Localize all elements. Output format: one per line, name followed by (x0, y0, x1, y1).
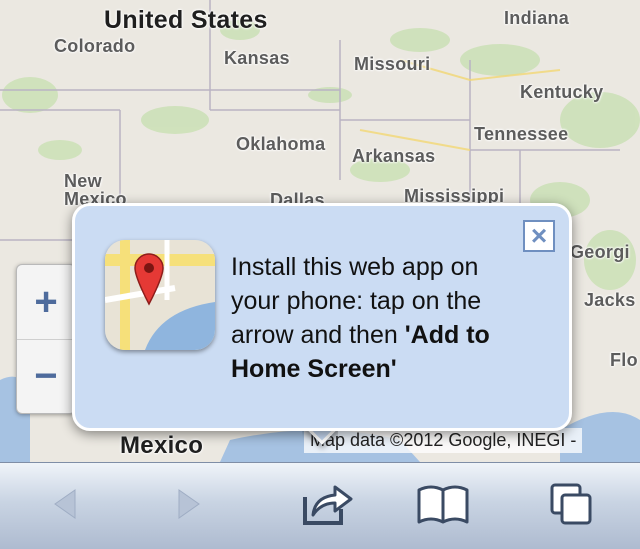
back-arrow-icon (54, 489, 76, 519)
map-label-oklahoma: Oklahoma (236, 134, 326, 154)
share-button[interactable] (290, 473, 360, 535)
install-web-app-popup: × Install this web app on your phone: ta… (72, 203, 572, 431)
close-button[interactable]: × (523, 220, 555, 252)
map-label-arkansas: Arkansas (352, 146, 436, 166)
maps-app-icon (105, 240, 215, 350)
map-label-kansas: Kansas (224, 48, 290, 68)
share-icon (303, 485, 353, 525)
pages-button[interactable] (536, 473, 606, 535)
pages-tabs-icon (550, 483, 592, 525)
map-label-missouri: Missouri (354, 54, 431, 74)
browser-toolbar (0, 462, 640, 549)
zoom-control: + − (16, 264, 76, 414)
bookmarks-button[interactable] (408, 473, 478, 535)
forward-arrow-icon (178, 489, 200, 519)
map-label-georgia: Georgi (570, 242, 630, 262)
forward-button[interactable] (154, 473, 224, 535)
map-label-colorado: Colorado (54, 36, 136, 56)
zoom-in-button[interactable]: + (17, 265, 75, 340)
map-label-indiana: Indiana (504, 8, 570, 28)
zoom-out-button[interactable]: − (17, 339, 75, 413)
map-label-jacks: Jacks (584, 290, 636, 310)
map-label-mexico: Mexico (120, 432, 204, 459)
popup-message: Install this web app on your phone: tap … (231, 250, 531, 386)
map-label-kentucky: Kentucky (520, 82, 604, 102)
map-label-united-states: United States (104, 6, 268, 34)
back-button[interactable] (30, 473, 100, 535)
bookmarks-book-icon (417, 485, 469, 524)
map-label-tennessee: Tennessee (474, 124, 569, 144)
map-attribution[interactable]: Map data ©2012 Google, INEGI - (304, 428, 583, 453)
map-label-flo: Flo (610, 350, 638, 370)
